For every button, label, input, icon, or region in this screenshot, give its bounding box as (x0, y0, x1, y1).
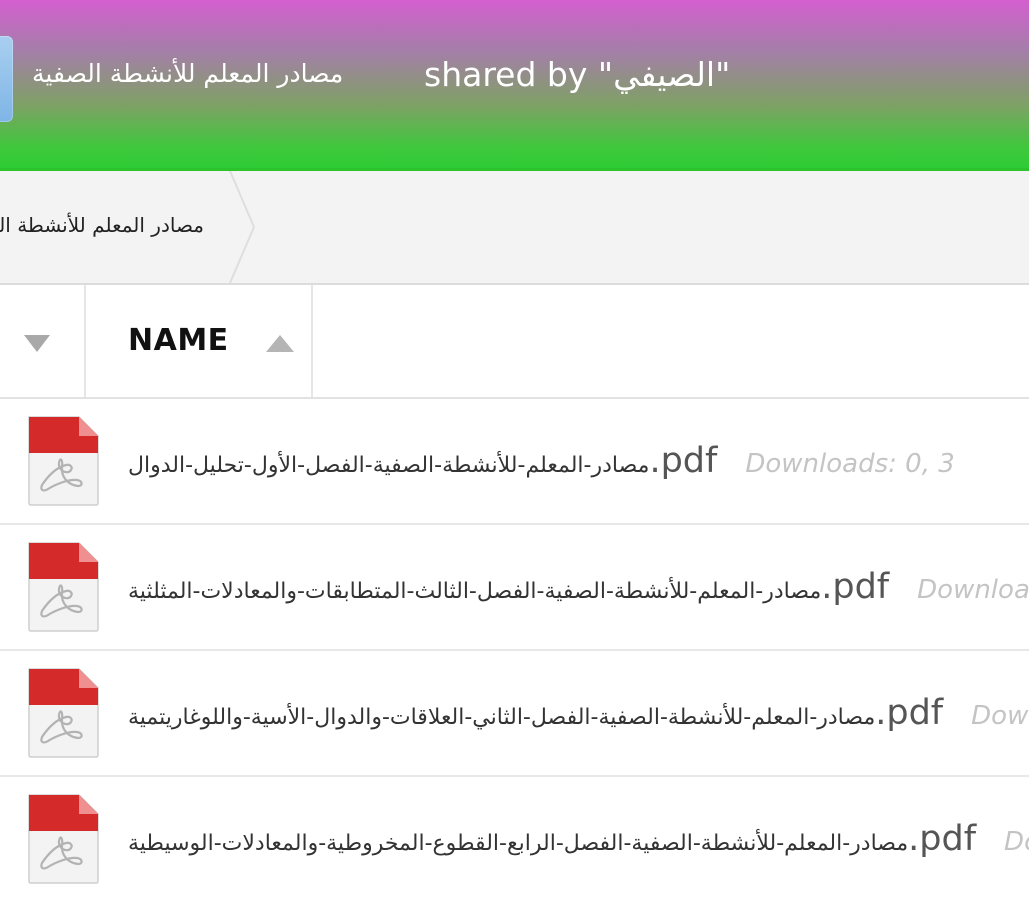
name-column-header[interactable]: NAME (86, 285, 313, 397)
share-header: مصادر المعلم للأنشطة الصفية shared by "ا… (0, 0, 1029, 171)
table-row[interactable]: مصادر-المعلم-للأنشطة-الصفية-الفصل-الثالث… (0, 525, 1029, 651)
pdf-icon (28, 542, 99, 632)
breadcrumb-item-label: مصادر المعلم للأنشطة الصفية (0, 213, 204, 237)
file-downloads: Downloads: 0, 3 (971, 701, 1029, 731)
file-extension: .pdf (821, 567, 890, 607)
file-list: مصادر-المعلم-للأنشطة-الصفية-الفصل-الأول-… (0, 399, 1029, 900)
breadcrumb-separator-icon (229, 171, 256, 283)
file-base-name: مصادر-المعلم-للأنشطة-الصفية-الفصل-الرابع… (128, 831, 909, 856)
file-name[interactable]: مصادر-المعلم-للأنشطة-الصفية-الفصل-الأول-… (128, 437, 955, 485)
file-downloads: Downloads: 0, 3 (1004, 827, 1029, 857)
folder-name: مصادر المعلم للأنشطة الصفية (32, 59, 344, 88)
file-downloads: Downloads: 0, 3 (917, 575, 1029, 605)
file-downloads: Downloads: 0, 3 (745, 449, 955, 479)
breadcrumb: مصادر المعلم للأنشطة الصفية (0, 171, 1029, 285)
pdf-icon (28, 668, 99, 758)
file-base-name: مصادر-المعلم-للأنشطة-الصفية-الفصل-الثالث… (128, 579, 822, 604)
name-column-label: NAME (128, 323, 229, 358)
file-extension: .pdf (908, 819, 977, 859)
file-name[interactable]: مصادر-المعلم-للأنشطة-الصفية-الفصل-الثالث… (128, 563, 1029, 611)
table-row[interactable]: مصادر-المعلم-للأنشطة-الصفية-الفصل-الثاني… (0, 651, 1029, 777)
pdf-icon (28, 794, 99, 884)
table-row[interactable]: مصادر-المعلم-للأنشطة-الصفية-الفصل-الرابع… (0, 777, 1029, 900)
sort-down-icon[interactable] (24, 335, 50, 352)
file-base-name: مصادر-المعلم-للأنشطة-الصفية-الفصل-الثاني… (128, 705, 876, 730)
file-extension: .pdf (649, 441, 718, 481)
folder-icon (0, 36, 13, 122)
file-base-name: مصادر-المعلم-للأنشطة-الصفية-الفصل-الأول-… (128, 453, 650, 478)
file-name[interactable]: مصادر-المعلم-للأنشطة-الصفية-الفصل-الرابع… (128, 815, 1029, 863)
pdf-icon (28, 416, 99, 506)
select-column-header[interactable] (0, 285, 86, 397)
breadcrumb-item[interactable]: مصادر المعلم للأنشطة الصفية (0, 171, 232, 283)
sort-up-icon[interactable] (266, 335, 294, 352)
shared-by-label: shared by "الصيفي" (424, 55, 731, 94)
file-extension: .pdf (875, 693, 944, 733)
table-row[interactable]: مصادر-المعلم-للأنشطة-الصفية-الفصل-الأول-… (0, 399, 1029, 525)
file-name[interactable]: مصادر-المعلم-للأنشطة-الصفية-الفصل-الثاني… (128, 689, 1029, 737)
table-header: NAME (0, 285, 1029, 399)
